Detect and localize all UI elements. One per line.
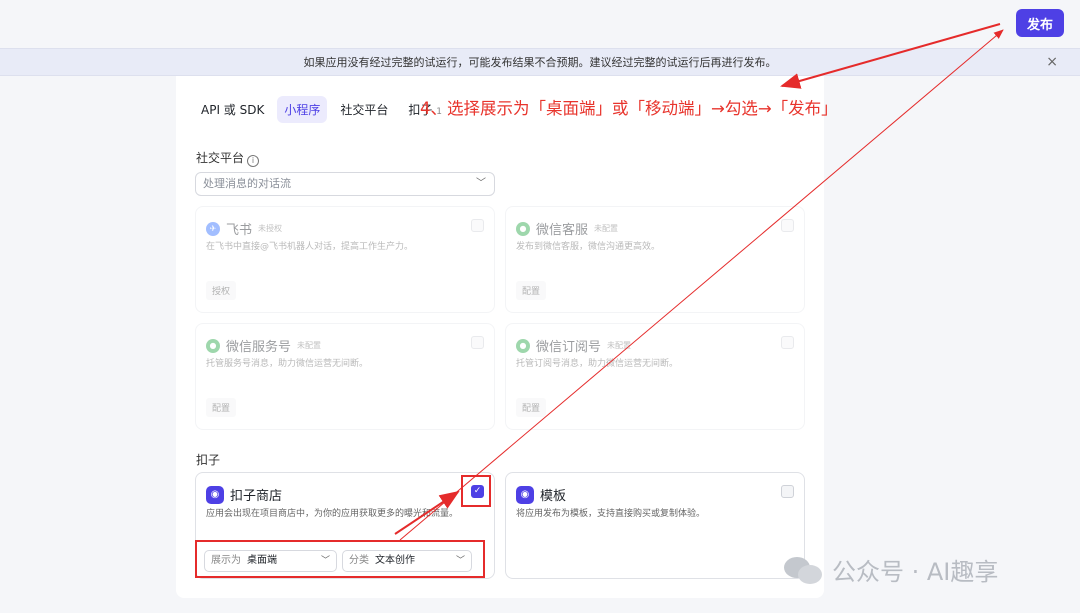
card-desc: 应用会出现在项目商店中，为你的应用获取更多的曝光和流量。 <box>206 509 459 519</box>
status-tag: 未授权 <box>258 224 283 233</box>
card-title: 飞书 <box>226 223 253 238</box>
card-desc: 在飞书中直接@飞书机器人对话，提高工作生产力。 <box>206 242 414 252</box>
social-section-label: 社交平台 i <box>196 149 260 167</box>
publish-panel: API 或 SDK 小程序 社交平台 扣子 1 社交平台 i 处理消息的对话流 ﹀… <box>176 76 824 598</box>
watermark-text: 公众号 · AI趣享 <box>832 558 999 586</box>
close-icon[interactable]: × <box>1046 49 1058 76</box>
card-wechat-official-service[interactable]: ● 微信服务号 未配置 托管服务号消息，助力微信运营无间断。 配置 <box>195 323 495 430</box>
card-desc: 托管订阅号消息，助力微信运营无间断。 <box>516 359 679 369</box>
card-head: ● 微信订阅号 未配置 <box>516 336 631 355</box>
tab-api-sdk[interactable]: API 或 SDK <box>194 96 271 123</box>
wechat-logo-icon <box>784 555 824 585</box>
template-checkbox[interactable] <box>781 485 794 498</box>
card-template[interactable]: ◉ 模板 将应用发布为模板，支持直接购买或复制体验。 <box>505 472 805 579</box>
highlight-display-box <box>195 540 485 578</box>
status-tag: 未配置 <box>607 341 632 350</box>
wechat-icon: ● <box>516 221 530 236</box>
configure-button[interactable]: 配置 <box>516 281 547 300</box>
card-head: ◉ 扣子商店 <box>206 485 282 504</box>
tab-social-platform[interactable]: 社交平台 <box>333 96 395 123</box>
publish-tabs: API 或 SDK 小程序 社交平台 扣子 1 <box>194 96 449 123</box>
card-wechat-subscription[interactable]: ● 微信订阅号 未配置 托管订阅号消息，助力微信运营无间断。 配置 <box>505 323 805 430</box>
tab-mini-program[interactable]: 小程序 <box>277 96 328 123</box>
card-desc: 托管服务号消息，助力微信运营无间断。 <box>206 359 369 369</box>
chevron-down-icon: ﹀ <box>476 178 486 189</box>
card-wechat-service[interactable]: ● 微信客服 未配置 发布到微信客服，微信沟通更高效。 配置 <box>505 206 805 313</box>
wechat-icon: ● <box>206 338 220 353</box>
feishu-icon: ✈ <box>206 221 220 236</box>
configure-button[interactable]: 配置 <box>516 398 547 417</box>
card-head: ✈ 飞书 未授权 <box>206 219 282 238</box>
card-desc: 将应用发布为模板，支持直接购买或复制体验。 <box>516 509 706 519</box>
social-section-title: 社交平台 <box>196 151 245 165</box>
card-title: 微信服务号 <box>226 340 292 355</box>
watermark: 公众号 · AI趣享 <box>784 552 998 587</box>
banner-message: 如果应用没有经过完整的试运行，可能发布结果不合预期。建议经过完整的试运行后再进行… <box>303 56 777 69</box>
card-desc: 发布到微信客服，微信沟通更高效。 <box>516 242 661 252</box>
authorize-button[interactable]: 授权 <box>206 281 237 300</box>
conversation-flow-select[interactable]: 处理消息的对话流 ﹀ <box>195 172 495 196</box>
checkbox[interactable] <box>471 336 484 349</box>
configure-button[interactable]: 配置 <box>206 398 237 417</box>
template-app-icon: ◉ <box>516 485 534 504</box>
highlight-checkbox-box <box>461 475 491 507</box>
coze-app-icon: ◉ <box>206 485 224 504</box>
annotation-text: 4、选择展示为「桌面端」或「移动端」→勾选→「发布」 <box>420 99 838 118</box>
info-icon[interactable]: i <box>247 155 260 167</box>
wechat-icon: ● <box>516 338 530 353</box>
top-bar: 发布 <box>0 0 1080 48</box>
card-feishu[interactable]: ✈ 飞书 未授权 在飞书中直接@飞书机器人对话，提高工作生产力。 授权 <box>195 206 495 313</box>
checkbox[interactable] <box>781 219 794 232</box>
card-head: ● 微信服务号 未配置 <box>206 336 321 355</box>
status-tag: 未配置 <box>594 224 619 233</box>
checkbox[interactable] <box>471 219 484 232</box>
card-head: ◉ 模板 <box>516 485 566 504</box>
card-title: 微信订阅号 <box>536 340 602 355</box>
card-title: 扣子商店 <box>230 489 283 504</box>
publish-button[interactable]: 发布 <box>1016 9 1064 37</box>
checkbox[interactable] <box>781 336 794 349</box>
card-title: 微信客服 <box>536 223 589 238</box>
card-head: ● 微信客服 未配置 <box>516 219 618 238</box>
coze-section-label: 扣子 <box>196 453 221 467</box>
warning-banner: 如果应用没有经过完整的试运行，可能发布结果不合预期。建议经过完整的试运行后再进行… <box>0 48 1080 76</box>
card-title: 模板 <box>540 489 567 504</box>
conversation-flow-placeholder: 处理消息的对话流 <box>203 177 291 190</box>
status-tag: 未配置 <box>297 341 322 350</box>
